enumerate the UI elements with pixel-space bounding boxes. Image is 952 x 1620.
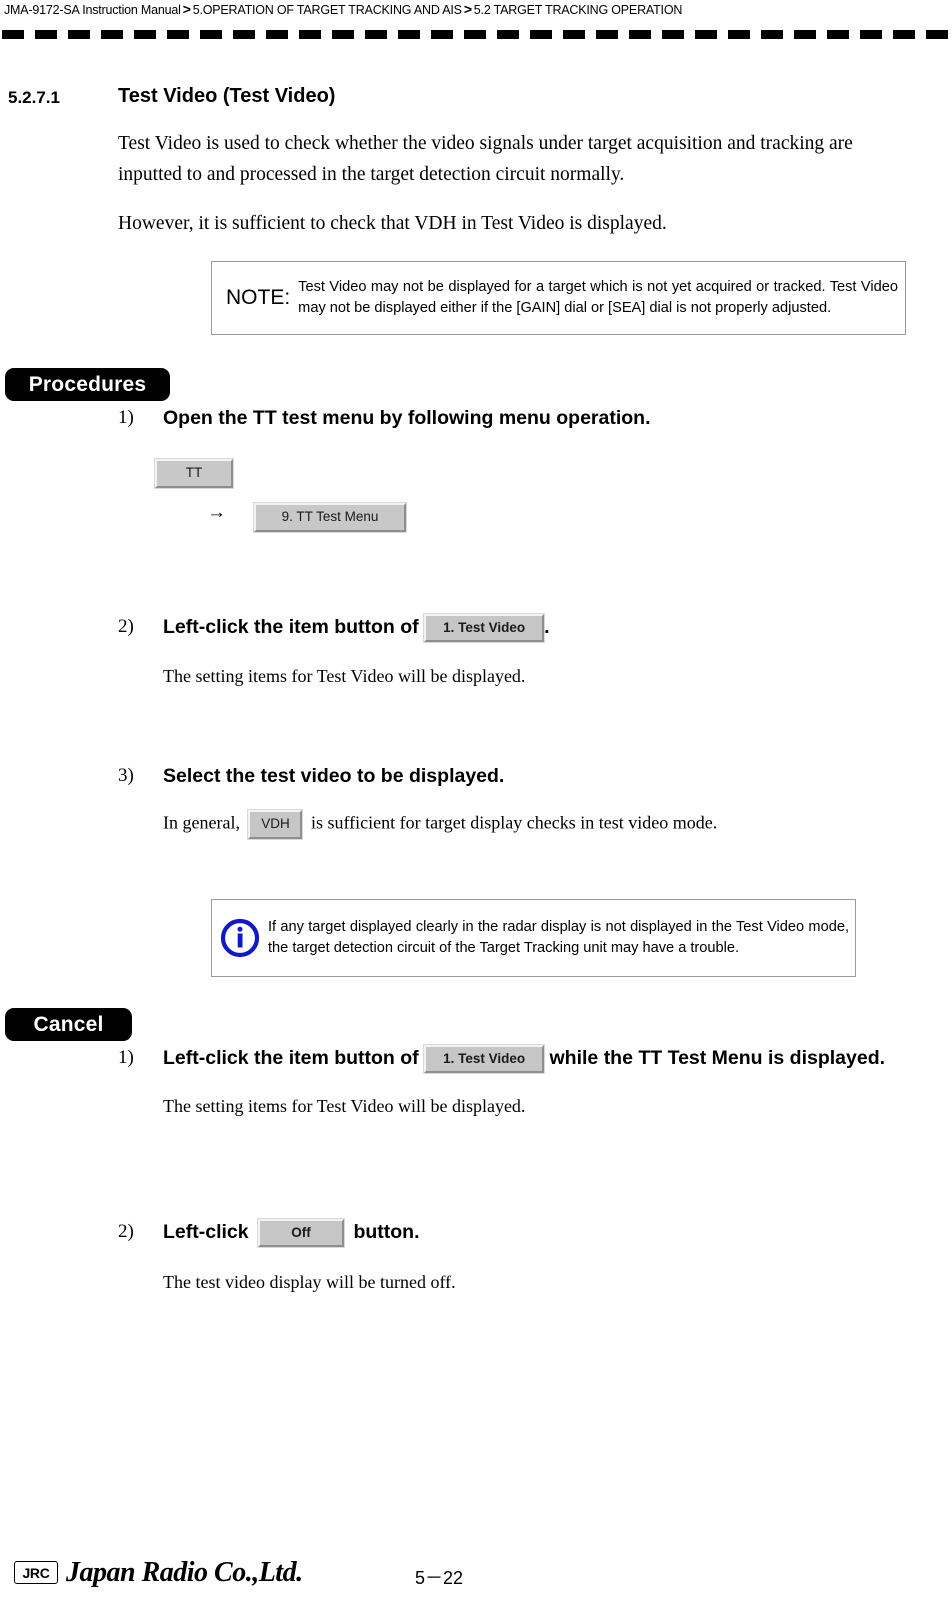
test-video-item-button-cancel[interactable]: 1. Test Video [424,1044,545,1074]
procedures-step-2-number: 2) [118,616,134,637]
cancel-step-1-body: The setting items for Test Video will be… [163,1096,526,1116]
off-button[interactable]: Off [258,1218,345,1248]
procedures-badge: Procedures [5,368,170,401]
procedures-step-2-heading: Left-click the item button of 1. Test Vi… [163,613,923,643]
cancel-step-1-heading: Left-click the item button of 1. Test Vi… [163,1044,948,1074]
cancel-badge: Cancel [5,1008,132,1041]
procedures-step-3-body: In general, VDH is sufficient for target… [163,810,952,839]
procedures-step-2-text-before: Left-click the item button of [163,616,419,638]
header-dashed-divider [2,30,950,39]
info-box: If any target displayed clearly in the r… [211,899,856,977]
procedures-step-1-number: 1) [118,407,134,428]
page-title: Test Video (Test Video) [118,85,336,107]
vdh-button[interactable]: VDH [248,810,303,839]
info-circle-icon [212,916,268,960]
note-box: NOTE: Test Video may not be displayed fo… [211,261,906,335]
procedures-step-2-text-after: . [544,616,550,638]
cancel-step-2-text-after: button. [353,1221,420,1243]
procedures-step-3-heading: Select the test video to be displayed. [163,765,505,787]
note-text: Test Video may not be displayed for a ta… [298,278,898,317]
tt-button[interactable]: TT [155,459,233,488]
company-name: Japan Radio Co.,Ltd. [66,1557,303,1588]
test-video-item-button[interactable]: 1. Test Video [424,613,545,643]
cancel-step-1-text-after: while the TT Test Menu is displayed. [549,1047,886,1069]
breadcrumb-separator-2: > [463,1,472,17]
breadcrumb-chapter: 5.OPERATION OF TARGET TRACKING AND AIS [192,3,462,17]
arrow-right-icon: → [207,502,226,523]
jrc-logo: JRC [14,1561,58,1584]
cancel-step-2-heading: Left-click Off button. [163,1218,923,1248]
section-number: 5.2.7.1 [8,88,60,107]
intro-paragraph: Test Video is used to check whether the … [118,133,853,185]
note-label: NOTE: [226,286,291,309]
page-header: JMA-9172-SA Instruction Manual >5.OPERATI… [0,0,952,46]
cancel-step-2-number: 2) [118,1221,134,1242]
procedures-step-3-text-after: is sufficient for target display checks … [310,812,718,833]
page-footer: JRC Japan Radio Co.,Ltd. 5－22 [0,1557,952,1610]
breadcrumb-manual: JMA-9172-SA Instruction Manual [4,3,181,17]
cancel-step-2-text-before: Left-click [163,1221,249,1243]
procedures-step-3-number: 3) [118,765,134,786]
however-paragraph: However, it is sufficient to check that … [118,213,667,234]
cancel-step-2-body: The test video display will be turned of… [163,1272,456,1292]
breadcrumb: JMA-9172-SA Instruction Manual >5.OPERATI… [4,1,682,17]
info-text: If any target displayed clearly in the r… [268,918,849,957]
breadcrumb-section: 5.2 TARGET TRACKING OPERATION [473,3,683,17]
page-number: 5－22 [415,1568,464,1588]
procedures-step-3-text-before: In general, [163,812,240,833]
procedures-step-2-body: The setting items for Test Video will be… [163,666,526,686]
breadcrumb-separator-1: > [182,1,191,17]
tt-test-menu-button[interactable]: 9. TT Test Menu [254,503,406,532]
procedures-step-1-heading: Open the TT test menu by following menu … [163,407,651,429]
cancel-step-1-number: 1) [118,1047,134,1068]
cancel-step-1-text-before: Left-click the item button of [163,1047,419,1069]
